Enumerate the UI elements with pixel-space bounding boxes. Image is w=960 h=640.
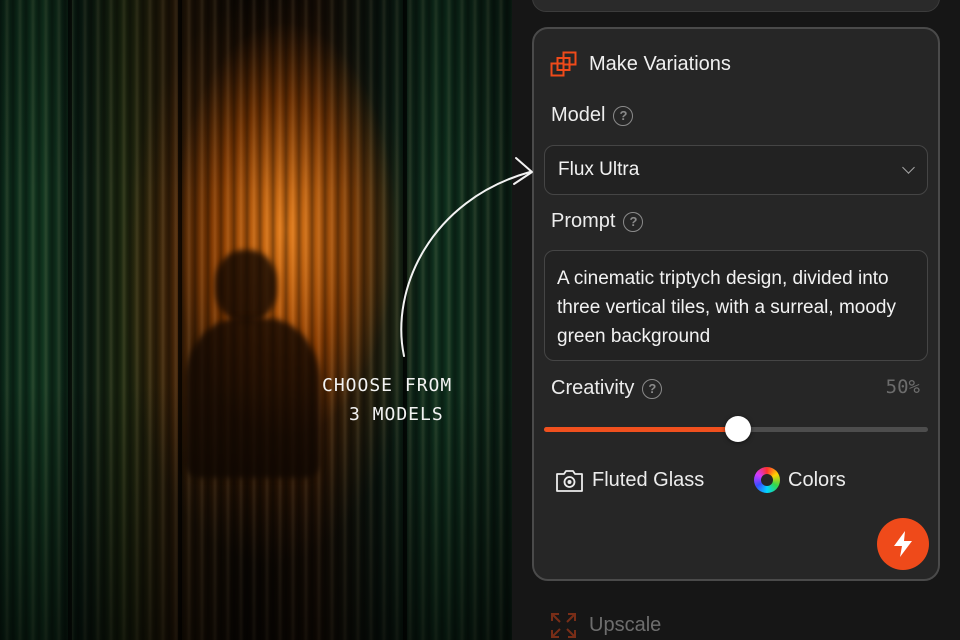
creativity-slider[interactable]: [544, 416, 928, 442]
silhouette-head: [215, 250, 277, 322]
previous-section-card: [532, 0, 940, 12]
model-help-icon[interactable]: ?: [613, 105, 634, 126]
card-title: Make Variations: [589, 52, 731, 75]
stripe-divider: [68, 0, 72, 640]
fluted-glass-label: Fluted Glass: [592, 468, 705, 491]
upscale-section[interactable]: Upscale: [550, 612, 661, 639]
silhouette-body: [185, 318, 320, 478]
creativity-label: Creativity: [551, 377, 635, 399]
creativity-value: 50%: [885, 376, 920, 398]
color-wheel-icon: [754, 467, 780, 493]
stripe-divider: [178, 0, 182, 640]
creativity-help-icon[interactable]: ?: [642, 378, 663, 399]
colors-label: Colors: [788, 468, 846, 491]
creativity-label-row: Creativity ?: [551, 377, 663, 400]
slider-thumb[interactable]: [725, 416, 751, 442]
prompt-input[interactable]: A cinematic triptych design, divided int…: [544, 250, 928, 361]
caption-line-2: 3 MODELS: [349, 404, 444, 425]
model-select-value: Flux Ultra: [558, 159, 640, 180]
hand-drawn-arrow-icon: [400, 157, 533, 357]
colors-option[interactable]: Colors: [754, 465, 846, 495]
model-select[interactable]: Flux Ultra: [544, 145, 928, 195]
fluted-glass-option[interactable]: Fluted Glass: [555, 465, 704, 495]
expand-arrows-icon: [551, 613, 576, 638]
generate-button[interactable]: [877, 518, 929, 570]
stacked-squares-icon: [550, 51, 577, 76]
lightning-bolt-icon: [894, 531, 912, 557]
prompt-label: Prompt: [551, 210, 616, 232]
artwork-caption: CHOOSE FROM 3 MODELS: [322, 371, 492, 429]
prompt-label-row: Prompt ?: [551, 210, 644, 233]
prompt-help-icon[interactable]: ?: [623, 211, 644, 232]
upscale-title: Upscale: [589, 614, 662, 636]
card-header: Make Variations: [550, 50, 731, 78]
slider-fill: [544, 427, 738, 432]
chevron-down-icon: [902, 161, 915, 174]
caption-line-1: CHOOSE FROM: [322, 375, 453, 396]
model-label-row: Model ?: [551, 104, 634, 127]
camera-icon: [556, 469, 583, 492]
model-label: Model: [551, 104, 606, 126]
